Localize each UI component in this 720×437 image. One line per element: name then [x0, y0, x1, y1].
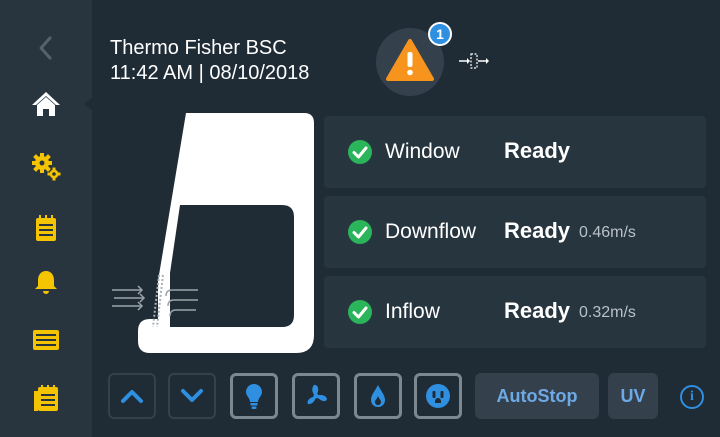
warning-icon: [386, 39, 434, 81]
sidebar-item-log[interactable]: [30, 212, 62, 244]
light-bulb-icon: [246, 384, 262, 409]
status-name: Downflow: [385, 220, 477, 243]
bell-icon: [35, 271, 57, 294]
sidebar-item-calendar[interactable]: [30, 382, 62, 414]
status-state: Ready: [504, 218, 571, 243]
outlet-button[interactable]: [414, 373, 462, 419]
fan-button[interactable]: [292, 373, 340, 419]
cabinet-illustration: [112, 113, 314, 353]
chevron-down-icon: [181, 389, 203, 402]
sidebar-item-home[interactable]: [30, 88, 62, 120]
display-icon: [33, 330, 59, 350]
active-indicator-icon: [84, 96, 94, 112]
uv-button[interactable]: UV: [608, 373, 658, 419]
bsc-control-screen: Thermo Fisher BSC 11:42 AM | 08/10/2018 …: [0, 0, 720, 437]
clipboard-icon: [36, 215, 56, 241]
calendar-icon: [34, 385, 58, 411]
device-name: Thermo Fisher BSC: [110, 37, 287, 59]
gas-valve-button[interactable]: [354, 373, 402, 419]
info-button[interactable]: i: [680, 385, 704, 409]
back-button[interactable]: [30, 32, 62, 64]
power-outlet-icon: [426, 384, 450, 408]
autostop-button[interactable]: AutoStop: [475, 373, 599, 419]
sash-down-button[interactable]: [168, 373, 216, 419]
check-circle-icon: [348, 300, 372, 324]
status-value: 0.46m/s: [579, 224, 636, 241]
sidebar-item-display[interactable]: [30, 324, 62, 356]
status-value: 0.32m/s: [579, 304, 636, 321]
sash-up-button[interactable]: [108, 373, 156, 419]
check-circle-icon: [348, 220, 372, 244]
status-state: Ready: [504, 138, 571, 163]
status-row-downflow: Downflow Ready 0.46m/s: [324, 196, 706, 268]
home-icon: [32, 92, 60, 116]
fan-icon: [307, 384, 327, 405]
sidebar-item-settings[interactable]: [30, 150, 62, 182]
status-name: Inflow: [385, 300, 440, 323]
chevron-left-icon: [39, 36, 52, 60]
chevron-up-icon: [121, 390, 143, 403]
sidebar-item-alarms[interactable]: [30, 266, 62, 298]
status-name: Window: [385, 140, 460, 163]
status-row-inflow: Inflow Ready 0.32m/s: [324, 276, 706, 348]
datetime-label: 11:42 AM | 08/10/2018: [110, 62, 310, 84]
alert-count-badge: 1: [428, 22, 452, 46]
check-circle-icon: [348, 140, 372, 164]
gears-icon: [32, 153, 61, 181]
sidebar: [0, 0, 94, 437]
status-row-window: Window Ready: [324, 116, 706, 188]
flame-drop-icon: [371, 385, 385, 407]
airflow-fan-icon: [459, 53, 489, 69]
status-state: Ready: [504, 298, 571, 323]
light-button[interactable]: [230, 373, 278, 419]
